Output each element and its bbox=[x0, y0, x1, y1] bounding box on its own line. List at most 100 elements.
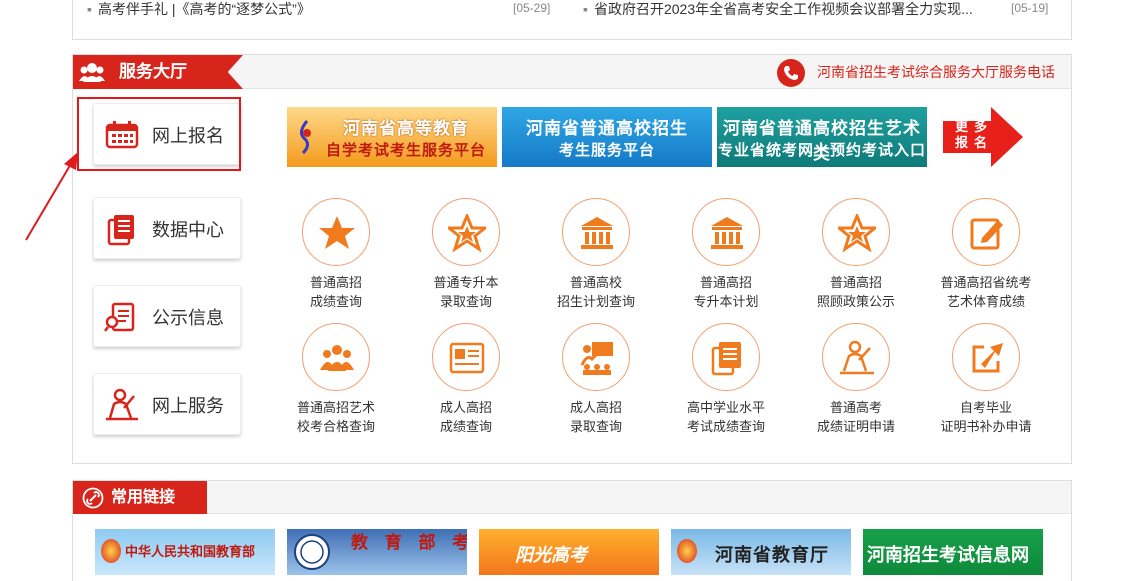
service-item-label: 成绩查询 bbox=[439, 419, 492, 434]
star-icon bbox=[319, 216, 355, 249]
link-sunshine-gaokao[interactable]: 阳光高考 bbox=[479, 529, 659, 575]
news-date: [05-29] bbox=[513, 1, 551, 15]
service-item-label: 录取查询 bbox=[569, 419, 622, 434]
service-item-label: 普通高校 bbox=[569, 275, 622, 290]
service-item-label: 成绩查询 bbox=[309, 294, 362, 309]
banner-enrollment-platform[interactable]: 河南省普通高校招生 考生服务平台 bbox=[502, 107, 712, 167]
service-item[interactable]: 高中学业水平 考试成绩查询 bbox=[661, 323, 791, 436]
banner-title: 河南省高等教育 bbox=[343, 119, 469, 138]
service-item-label: 照顾政策公示 bbox=[816, 294, 895, 309]
hotline[interactable]: 河南省招生考试综合服务大厅服务电话 bbox=[777, 59, 1055, 87]
section-header: 常用链接 bbox=[73, 481, 1071, 514]
more-registration-button[interactable]: 更多 报名 bbox=[941, 107, 1025, 167]
presentation-icon bbox=[580, 342, 613, 375]
news-item[interactable]: ▪ 高考伴手礼 |《高考的“逐梦公式”》 bbox=[87, 0, 311, 18]
service-item-label: 考试成绩查询 bbox=[686, 419, 765, 434]
service-item[interactable]: 普通高招 照顾政策公示 bbox=[791, 198, 921, 311]
service-item[interactable]: 成人高招 成绩查询 bbox=[401, 323, 531, 436]
certificate-icon bbox=[449, 342, 485, 374]
service-hall-panel: 服务大厅 河南省招生考试综合服务大厅服务电话 网上报名 数据中心 公示信息 网上… bbox=[72, 54, 1072, 464]
link-label: 教 育 部 考 试 中 心 bbox=[351, 533, 467, 552]
banner-subtitle: 考生服务平台 bbox=[558, 142, 655, 159]
service-item-label: 自考毕业 bbox=[959, 400, 1012, 415]
link-henan-education-dept[interactable]: 河南省教育厅 bbox=[671, 529, 851, 575]
service-item[interactable]: 普通高校 招生计划查询 bbox=[531, 198, 661, 311]
selection-highlight bbox=[77, 97, 241, 171]
service-item-label: 普通高考 bbox=[829, 400, 882, 415]
news-box: ▪ 高考伴手礼 |《高考的“逐梦公式”》 [05-29] ▪ 省政府召开2023年全… bbox=[72, 0, 1072, 40]
service-item-label: 艺术体育成绩 bbox=[946, 294, 1025, 309]
link-ministry-of-education[interactable]: 中华人民共和国教育部 bbox=[95, 529, 275, 575]
section-title-tag: 服务大厅 bbox=[73, 55, 243, 89]
side-button-data-center[interactable]: 数据中心 bbox=[93, 197, 241, 259]
service-item[interactable]: 自考毕业 证明书补办申请 bbox=[921, 323, 1051, 436]
national-emblem-icon bbox=[677, 539, 697, 563]
link-label: 阳光高考 bbox=[515, 545, 587, 565]
section-title: 服务大厅 bbox=[119, 62, 187, 81]
service-item-label: 普通高招艺术 bbox=[296, 400, 375, 415]
news-date: [05-19] bbox=[1011, 1, 1049, 15]
service-item[interactable]: 普通高招 专升本计划 bbox=[661, 198, 791, 311]
notice-icon bbox=[104, 302, 135, 332]
banner-self-study-exam[interactable]: 河南省高等教育 自学考试考生服务平台 bbox=[287, 107, 497, 167]
nea-logo-icon bbox=[294, 534, 330, 570]
star-outline-icon bbox=[838, 214, 876, 252]
banner-title: 河南省普通高校招生 bbox=[526, 119, 688, 138]
service-item[interactable]: 普通高招 成绩查询 bbox=[271, 198, 401, 311]
service-item-label: 专升本计划 bbox=[693, 294, 759, 309]
export-icon bbox=[972, 343, 1003, 373]
more-line1: 更多 bbox=[955, 119, 994, 134]
person-service-icon bbox=[106, 388, 138, 421]
annotation-arrow bbox=[25, 152, 78, 241]
group-icon bbox=[320, 345, 354, 371]
section-header: 服务大厅 河南省招生考试综合服务大厅服务电话 bbox=[73, 55, 1071, 89]
building-icon bbox=[711, 217, 743, 249]
banner-art-exam-booking[interactable]: 河南省普通高校招生艺术类 专业省统考网上预约考试入口 bbox=[717, 107, 927, 167]
service-item-label: 普通专升本 bbox=[433, 275, 499, 290]
service-item-label: 高中学业水平 bbox=[686, 400, 765, 415]
side-button-public-info[interactable]: 公示信息 bbox=[93, 285, 241, 347]
service-item-label: 普通高招 bbox=[309, 275, 362, 290]
service-item[interactable]: 普通高招艺术 校考合格查询 bbox=[271, 323, 401, 436]
service-item-label: 成人高招 bbox=[439, 400, 492, 415]
service-item-label: 普通高招 bbox=[699, 275, 752, 290]
common-links-panel: 常用链接 中华人民共和国教育部 教 育 部 考 试 中 心 阳光高考 河南省教育… bbox=[72, 480, 1072, 581]
news-item[interactable]: ▪ 省政府召开2023年全省高考安全工作视频会议部署全力实现... bbox=[583, 0, 973, 18]
service-item-label: 普通高招 bbox=[829, 275, 882, 290]
link-henan-admission-info[interactable]: 河南招生考试信息网 bbox=[863, 529, 1043, 575]
side-button-label: 公示信息 bbox=[152, 308, 224, 328]
service-item-label: 成绩证明申请 bbox=[816, 419, 895, 434]
news-title[interactable]: 高考伴手礼 |《高考的“逐梦公式”》 bbox=[98, 1, 311, 17]
side-button-online-service[interactable]: 网上服务 bbox=[93, 373, 241, 435]
service-item[interactable]: 普通高招省统考 艺术体育成绩 bbox=[921, 198, 1051, 311]
section-title: 常用链接 bbox=[111, 489, 176, 506]
document-stack-icon bbox=[107, 215, 134, 246]
phone-icon bbox=[777, 59, 805, 87]
hotline-text[interactable]: 河南省招生考试综合服务大厅服务电话 bbox=[817, 64, 1055, 80]
service-item[interactable]: 普通专升本 录取查询 bbox=[401, 198, 531, 311]
service-item-label: 证明书补办申请 bbox=[940, 419, 1032, 434]
link-label: 中华人民共和国教育部 bbox=[125, 544, 256, 559]
link-icon bbox=[82, 487, 104, 509]
person-service-icon bbox=[840, 340, 874, 375]
service-item[interactable]: 成人高招 录取查询 bbox=[531, 323, 661, 436]
service-item-label: 招生计划查询 bbox=[556, 294, 635, 309]
banner-subtitle: 自学考试考生服务平台 bbox=[325, 142, 486, 159]
section-title-tag: 常用链接 bbox=[73, 481, 207, 514]
edit-icon bbox=[970, 218, 1003, 250]
side-button-label: 网上服务 bbox=[152, 396, 224, 416]
star-outline-icon bbox=[448, 214, 486, 252]
users-icon bbox=[79, 63, 105, 82]
news-title[interactable]: 省政府召开2023年全省高考安全工作视频会议部署全力实现... bbox=[594, 1, 973, 17]
building-icon bbox=[581, 217, 613, 249]
link-label: 河南招生考试信息网 bbox=[867, 545, 1029, 565]
more-line2: 报名 bbox=[955, 135, 994, 150]
service-item-label: 成人高招 bbox=[569, 400, 622, 415]
service-item-label: 录取查询 bbox=[439, 294, 492, 309]
service-item[interactable]: 普通高考 成绩证明申请 bbox=[791, 323, 921, 436]
service-item-label: 校考合格查询 bbox=[296, 419, 375, 434]
service-item-label: 普通高招省统考 bbox=[940, 275, 1032, 290]
banner-subtitle: 专业省统考网上预约考试入口 bbox=[717, 142, 926, 159]
link-exam-center[interactable]: 教 育 部 考 试 中 心 bbox=[287, 529, 467, 575]
document-stack-icon bbox=[711, 342, 741, 376]
